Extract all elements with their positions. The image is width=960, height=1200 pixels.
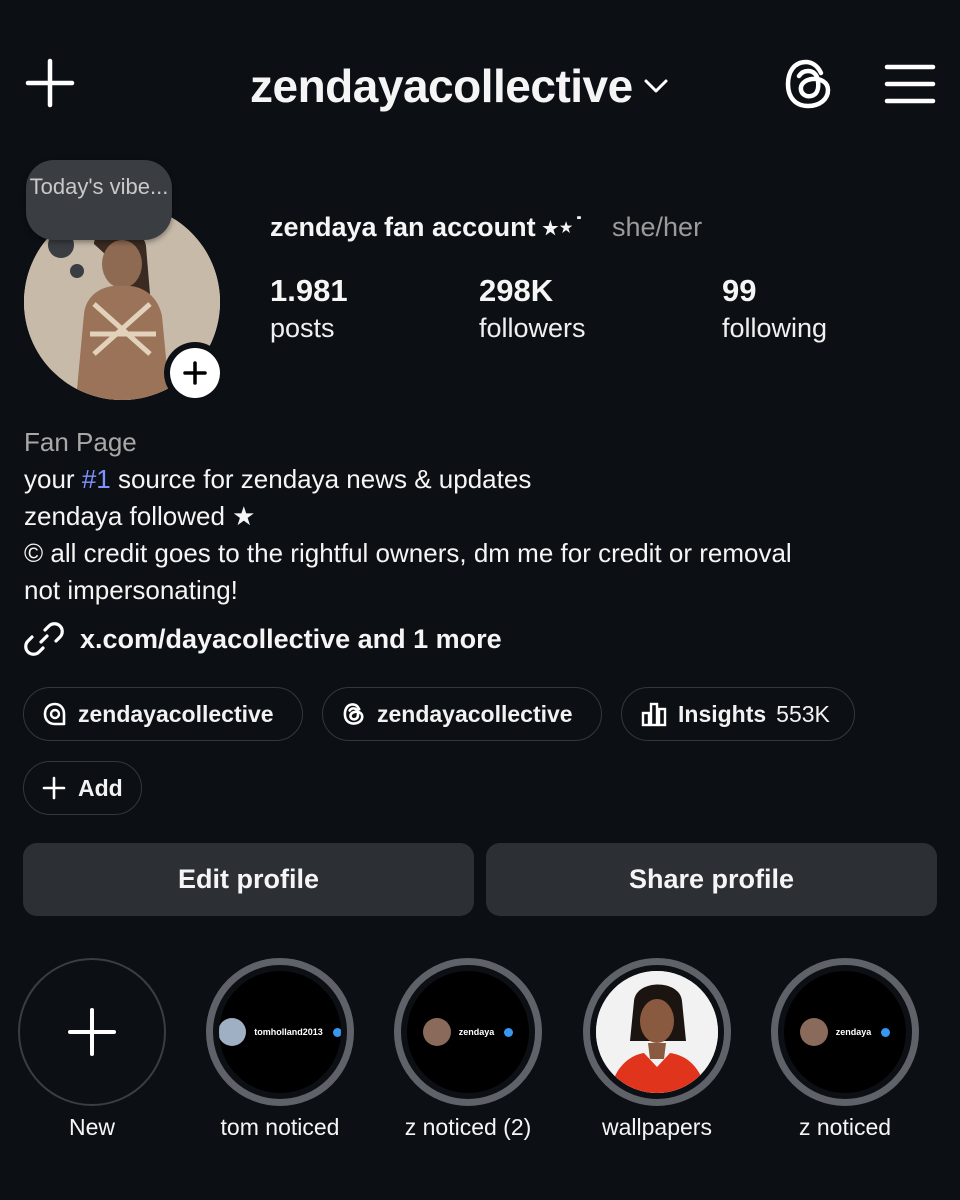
highlight-label: z noticed (2) [404, 1114, 532, 1140]
highlight-ring: tomholland2013 [206, 958, 354, 1106]
plus-icon [25, 58, 75, 108]
threads-icon [343, 703, 364, 725]
highlight-z-noticed[interactable]: zendaya z noticed [771, 958, 919, 1141]
highlight-cover: zendaya [407, 971, 529, 1093]
bio-line: zendaya followed ★ [24, 501, 256, 531]
chip-label: Add [78, 774, 123, 801]
create-button[interactable] [22, 55, 78, 111]
edit-profile-label: Edit profile [178, 864, 319, 894]
edit-profile-button[interactable]: Edit profile [23, 843, 474, 916]
highlight-cover: zendaya [784, 971, 906, 1093]
verified-icon [881, 1027, 891, 1037]
chip-label: Insights [678, 700, 767, 727]
note-bubble[interactable]: Today's vibe... [26, 160, 172, 240]
highlight-mini-profile: tomholland2013 [219, 1018, 341, 1046]
bio-link-text: x.com/dayacollective and 1 more [80, 623, 502, 654]
share-profile-button[interactable]: Share profile [486, 843, 937, 916]
chip-label: zendayacollective [78, 700, 274, 727]
pronouns: she/her [612, 212, 703, 242]
highlight-tom-noticed[interactable]: tomholland2013 tom noticed [206, 958, 354, 1141]
highlight-cover: tomholland2013 [219, 971, 341, 1093]
mini-username: zendaya [458, 1027, 495, 1037]
threads-chat-icon [43, 702, 66, 726]
bio-link[interactable]: x.com/dayacollective and 1 more [24, 618, 502, 660]
plus-icon [183, 361, 207, 385]
highlight-new[interactable]: New [18, 958, 166, 1141]
account-switcher[interactable]: zendayacollective [250, 56, 669, 116]
bio: Fan Page your #1 source for zendaya news… [24, 424, 936, 609]
stat-value: 99 [722, 273, 757, 308]
highlight-label: z noticed [798, 1114, 892, 1140]
bio-line: not impersonating! [24, 575, 238, 605]
add-story-button[interactable] [164, 342, 226, 404]
stat-label: posts [270, 313, 335, 343]
bio-category: Fan Page [24, 427, 137, 457]
bio-text: source for zendaya news & updates [110, 464, 532, 494]
threads-button[interactable] [780, 54, 838, 114]
highlight-z-noticed-2[interactable]: zendaya z noticed (2) [394, 958, 542, 1141]
insights-icon [641, 702, 667, 727]
username-title: zendayacollective [250, 60, 633, 112]
bio-hashtag-link[interactable]: #1 [82, 464, 111, 494]
plus-icon [68, 1008, 116, 1056]
bio-line: your #1 source for zendaya news & update… [24, 461, 936, 498]
wallpaper-photo [596, 971, 718, 1093]
highlight-ring [583, 958, 731, 1106]
bio-text: your [24, 464, 82, 494]
stat-posts[interactable]: 1.981 posts [270, 272, 348, 346]
threads-icon [785, 59, 831, 109]
highlight-label: wallpapers [602, 1114, 712, 1140]
display-name: zendaya fan account ⭒⋆˙ [270, 212, 584, 242]
share-profile-label: Share profile [628, 864, 795, 894]
plus-icon [42, 776, 66, 800]
chip-label: zendayacollective [377, 700, 573, 727]
bio-line: © all credit goes to the rightful owners… [24, 538, 792, 568]
insights-count: 553K [776, 700, 830, 727]
mini-avatar [422, 1018, 451, 1046]
mini-avatar [219, 1018, 247, 1046]
menu-button[interactable] [884, 62, 936, 106]
note-text: Today's vibe... [29, 174, 169, 199]
stat-value: 298K [479, 273, 554, 308]
highlight-label: New [68, 1114, 115, 1140]
highlight-label: tom noticed [220, 1114, 340, 1140]
threads-chip[interactable]: zendayacollective [322, 687, 602, 741]
note-bubble-tail-small [70, 264, 84, 278]
link-icon [24, 622, 64, 656]
insights-chip[interactable]: Insights 553K [621, 687, 855, 741]
mini-avatar [799, 1018, 828, 1046]
stat-followers[interactable]: 298K followers [479, 272, 586, 346]
chevron-down-icon [644, 79, 668, 93]
verified-icon [332, 1027, 341, 1037]
highlight-cover [596, 971, 718, 1093]
stat-following[interactable]: 99 following [722, 272, 827, 346]
highlight-wallpapers[interactable]: wallpapers [583, 958, 731, 1141]
highlight-mini-profile: zendaya [422, 1018, 514, 1046]
verified-icon [504, 1027, 514, 1037]
mini-username: zendaya [835, 1027, 872, 1037]
highlight-ring [18, 958, 166, 1106]
add-chip[interactable]: Add [23, 761, 142, 815]
highlight-mini-profile: zendaya [799, 1018, 891, 1046]
threads-chat-chip[interactable]: zendayacollective [23, 687, 303, 741]
highlight-ring: zendaya [394, 958, 542, 1106]
mini-username: tomholland2013 [254, 1027, 323, 1037]
stat-value: 1.981 [270, 273, 348, 308]
menu-icon [884, 64, 936, 104]
stat-label: following [722, 313, 828, 343]
highlight-ring: zendaya [771, 958, 919, 1106]
stat-label: followers [479, 313, 586, 343]
